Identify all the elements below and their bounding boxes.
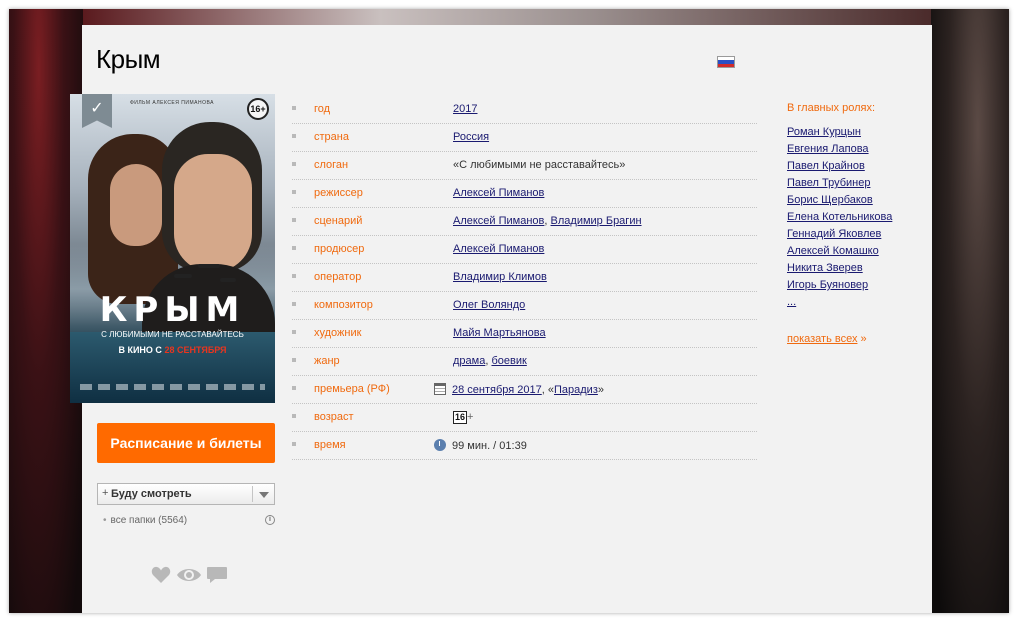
genre-link[interactable]: драма bbox=[453, 355, 485, 367]
heart-icon[interactable] bbox=[151, 566, 171, 584]
info-row-duration: время 99 мин. / 01:39 bbox=[292, 431, 757, 460]
info-row-writer: сценарий Алексей Пиманов, Владимир Браги… bbox=[292, 207, 757, 236]
writer-link[interactable]: Алексей Пиманов bbox=[453, 215, 544, 227]
cast-list: Роман Курцын Евгения Лапова Павел Крайно… bbox=[787, 126, 892, 313]
info-row-producer: продюсер Алексей Пиманов bbox=[292, 235, 757, 264]
watch-list-select[interactable]: + Буду смотреть bbox=[97, 483, 275, 505]
movie-poster[interactable]: ✓ ФИЛЬМ АЛЕКСЕЯ ПИМАНОВА 16+ КРЫМ С ЛЮБИ… bbox=[70, 94, 275, 403]
list-item: Павел Трубинер bbox=[787, 177, 892, 194]
info-row-year: год 2017 bbox=[292, 95, 757, 124]
premiere-date-link[interactable]: 28 сентября 2017 bbox=[452, 384, 542, 396]
list-item: Роман Курцын bbox=[787, 126, 892, 143]
list-item: Павел Крайнов bbox=[787, 160, 892, 177]
eye-icon[interactable] bbox=[176, 566, 202, 584]
info-key: художник bbox=[314, 327, 362, 339]
watch-select-label: Буду смотреть bbox=[111, 488, 192, 500]
info-row-age: возраст 16 + bbox=[292, 403, 757, 432]
info-key: жанр bbox=[314, 355, 340, 367]
poster-logos bbox=[80, 384, 265, 390]
more-actors-link[interactable]: ... bbox=[787, 296, 796, 308]
slogan-text: «С любимыми не расставайтесь» bbox=[453, 159, 626, 171]
composer-link[interactable]: Олег Воляндо bbox=[453, 299, 525, 311]
poster-tagline: С ЛЮБИМЫМИ НЕ РАССТАВАЙТЕСЬ bbox=[101, 330, 244, 339]
actor-link[interactable]: Игорь Буяновер bbox=[787, 279, 868, 291]
year-link[interactable]: 2017 bbox=[453, 103, 477, 115]
list-item: ... bbox=[787, 296, 892, 313]
chevron-down-icon[interactable] bbox=[259, 492, 269, 498]
info-row-operator: оператор Владимир Климов bbox=[292, 263, 757, 292]
info-key: страна bbox=[314, 131, 349, 143]
info-row-director: режиссер Алексей Пиманов bbox=[292, 179, 757, 208]
info-key: режиссер bbox=[314, 187, 363, 199]
clock-icon bbox=[434, 439, 446, 451]
poster-release: В КИНО С 28 СЕНТЯБРЯ bbox=[118, 345, 227, 355]
show-all: показать всех » bbox=[787, 333, 867, 345]
operator-link[interactable]: Владимир Климов bbox=[453, 271, 547, 283]
list-item: Алексей Комашко bbox=[787, 245, 892, 262]
info-row-country: страна Россия bbox=[292, 123, 757, 152]
list-item: Игорь Буяновер bbox=[787, 279, 892, 296]
info-row-slogan: слоган «С любимыми не расставайтесь» bbox=[292, 151, 757, 180]
poster-title: КРЫМ bbox=[99, 290, 246, 330]
duration-text: 99 мин. / 01:39 bbox=[452, 440, 527, 452]
actor-link[interactable]: Никита Зверев bbox=[787, 262, 863, 274]
info-key: сценарий bbox=[314, 215, 363, 227]
list-item: Борис Щербаков bbox=[787, 194, 892, 211]
info-key: год bbox=[314, 103, 331, 115]
studio-link[interactable]: Парадиз bbox=[554, 384, 598, 396]
country-link[interactable]: Россия bbox=[453, 131, 489, 143]
producer-link[interactable]: Алексей Пиманов bbox=[453, 243, 544, 255]
artist-link[interactable]: Майя Мартьянова bbox=[453, 327, 546, 339]
actor-link[interactable]: Павел Трубинер bbox=[787, 177, 870, 189]
actor-link[interactable]: Евгения Лапова bbox=[787, 143, 869, 155]
actor-link[interactable]: Геннадий Яковлев bbox=[787, 228, 881, 240]
poster-top-line: ФИЛЬМ АЛЕКСЕЯ ПИМАНОВА bbox=[130, 100, 214, 106]
director-link[interactable]: Алексей Пиманов bbox=[453, 187, 544, 199]
info-key: оператор bbox=[314, 271, 362, 283]
info-key: время bbox=[314, 439, 346, 451]
comment-icon[interactable] bbox=[206, 566, 228, 584]
info-row-premiere: премьера (РФ) 28 сентября 2017, «Парадиз… bbox=[292, 375, 757, 404]
genre-link[interactable]: боевик bbox=[491, 355, 526, 367]
list-item: Елена Котельникова bbox=[787, 211, 892, 228]
check-ribbon-icon[interactable]: ✓ bbox=[82, 94, 112, 128]
russian-flag-icon[interactable] bbox=[717, 56, 735, 68]
background-art-top bbox=[83, 9, 933, 25]
page-title: Крым bbox=[96, 44, 161, 74]
folders-link[interactable]: • все папки (5564) bbox=[103, 515, 187, 526]
actor-link[interactable]: Алексей Комашко bbox=[787, 245, 879, 257]
actor-link[interactable]: Роман Курцын bbox=[787, 126, 861, 138]
info-key: возраст bbox=[314, 411, 354, 423]
list-item: Евгения Лапова bbox=[787, 143, 892, 160]
background-art-right bbox=[931, 9, 1009, 613]
writer-link[interactable]: Владимир Брагин bbox=[551, 215, 642, 227]
info-row-composer: композитор Олег Воляндо bbox=[292, 291, 757, 320]
info-row-genre: жанр драма, боевик bbox=[292, 347, 757, 376]
info-key: продюсер bbox=[314, 243, 365, 255]
tickets-button[interactable]: Расписание и билеты bbox=[97, 423, 275, 463]
info-row-artist: художник Майя Мартьянова bbox=[292, 319, 757, 348]
action-icons bbox=[151, 566, 231, 586]
info-key: премьера (РФ) bbox=[314, 383, 390, 395]
actor-link[interactable]: Елена Котельникова bbox=[787, 211, 892, 223]
cast-title: В главных ролях: bbox=[787, 102, 876, 114]
calendar-icon[interactable] bbox=[434, 383, 446, 395]
list-item: Геннадий Яковлев bbox=[787, 228, 892, 245]
plus-icon: + bbox=[102, 487, 109, 499]
age-rating-badge: 16 bbox=[453, 411, 468, 424]
actor-link[interactable]: Борис Щербаков bbox=[787, 194, 873, 206]
info-key: композитор bbox=[314, 299, 373, 311]
info-icon[interactable]: i bbox=[265, 515, 275, 525]
info-key: слоган bbox=[314, 159, 349, 171]
list-item: Никита Зверев bbox=[787, 262, 892, 279]
show-all-cast-link[interactable]: показать всех bbox=[787, 333, 857, 345]
poster-age-badge: 16+ bbox=[247, 98, 269, 120]
actor-link[interactable]: Павел Крайнов bbox=[787, 160, 865, 172]
